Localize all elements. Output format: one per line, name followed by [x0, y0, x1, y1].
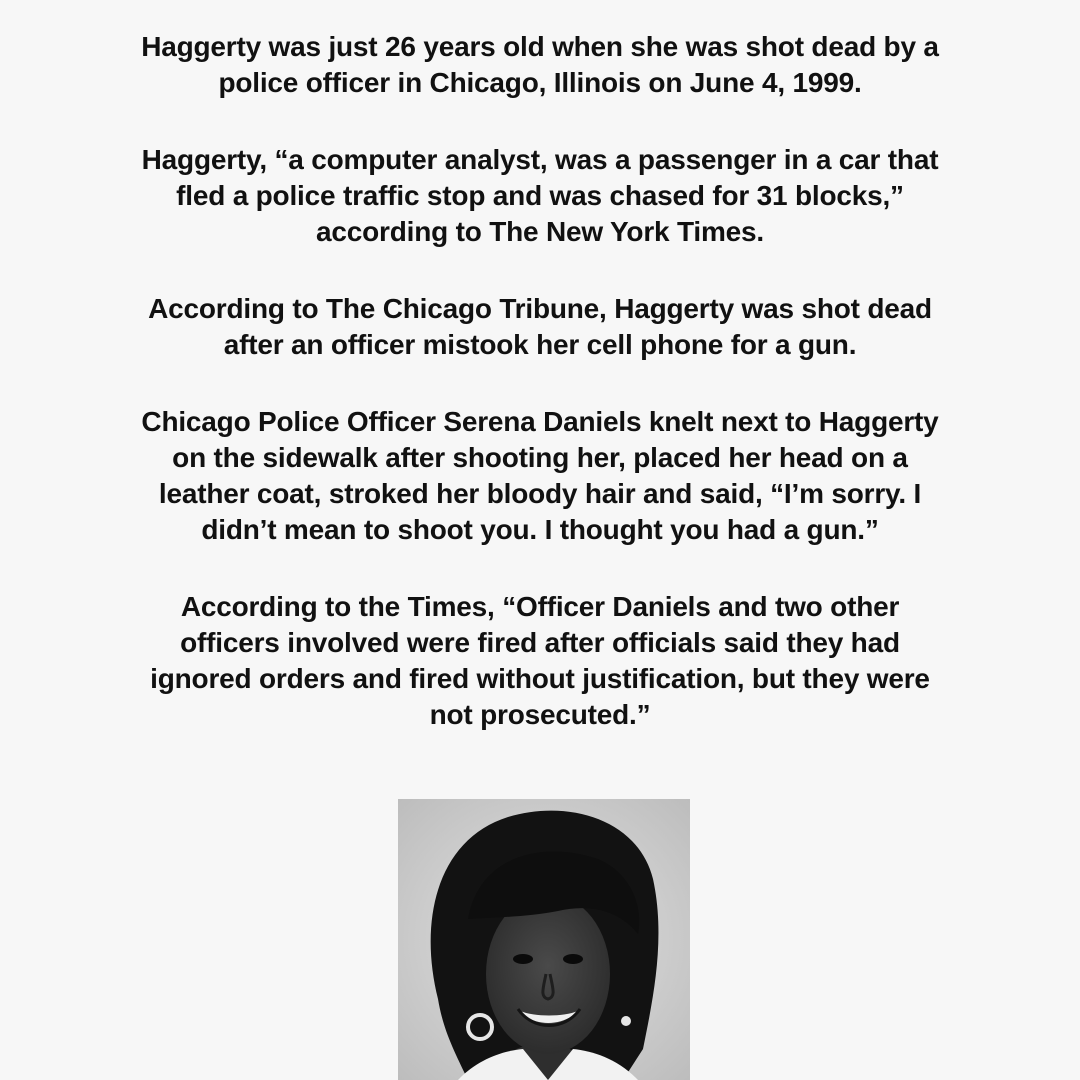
paragraph-line: according to The New York Times.	[316, 216, 764, 247]
paragraph-5: According to the Times, “Officer Daniels…	[30, 589, 1050, 733]
paragraph-4: Chicago Police Officer Serena Daniels kn…	[30, 404, 1050, 548]
paragraph-line: after an officer mistook her cell phone …	[223, 329, 857, 360]
paragraph-line: Haggerty, “a computer analyst, was a pas…	[141, 144, 939, 175]
paragraph-line: Haggerty was just 26 years old when she …	[141, 31, 939, 62]
paragraph-line: leather coat, stroked her bloody hair an…	[158, 478, 922, 509]
paragraph-line: Chicago Police Officer Serena Daniels kn…	[141, 406, 939, 437]
paragraph-line: officers involved were fired after offic…	[180, 627, 900, 658]
paragraph-line: ignored orders and fired without justifi…	[150, 663, 930, 694]
paragraph-line: According to The Chicago Tribune, Hagger…	[148, 293, 932, 324]
portrait-photo-icon	[398, 799, 690, 1080]
post-image: Haggerty was just 26 years old when she …	[0, 0, 1080, 1080]
paragraph-line: didn’t mean to shoot you. I thought you …	[201, 514, 879, 545]
paragraph-line: According to the Times, “Officer Daniels…	[180, 591, 900, 622]
paragraph-line: on the sidewalk after shooting her, plac…	[172, 442, 908, 473]
paragraph-line: not prosecuted.”	[429, 699, 651, 730]
paragraph-1: Haggerty was just 26 years old when she …	[30, 29, 1050, 101]
portrait-photo	[398, 799, 690, 1080]
paragraph-line: fled a police traffic stop and was chase…	[176, 180, 904, 211]
paragraph-2: Haggerty, “a computer analyst, was a pas…	[30, 142, 1050, 250]
paragraph-line: police officer in Chicago, Illinois on J…	[218, 67, 862, 98]
paragraph-3: According to The Chicago Tribune, Hagger…	[30, 291, 1050, 363]
article-text: Haggerty was just 26 years old when she …	[30, 29, 1050, 774]
